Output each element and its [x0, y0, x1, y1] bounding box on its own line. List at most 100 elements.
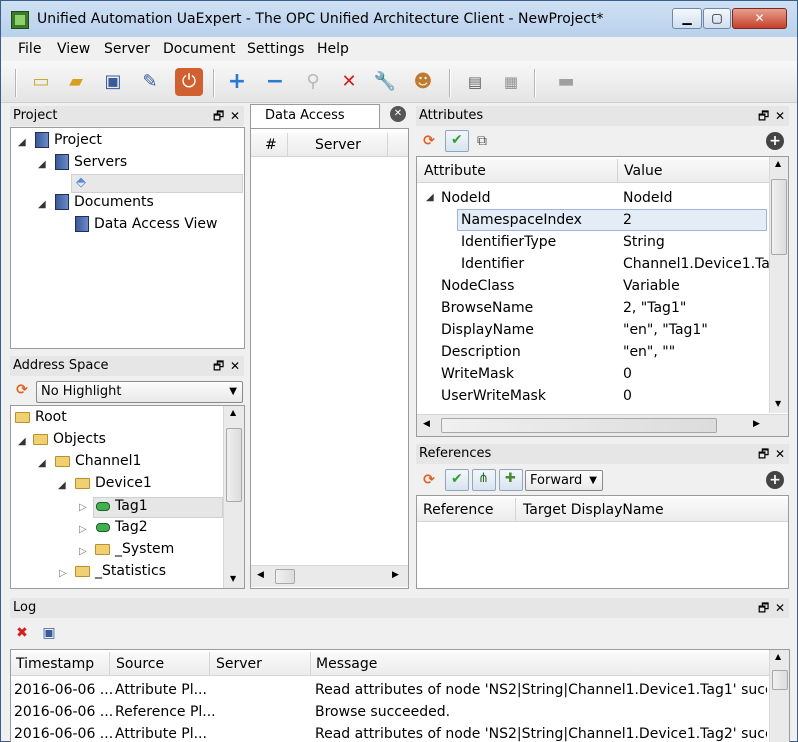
direction-select[interactable]: Forward ▼	[525, 470, 603, 491]
column-message[interactable]: Message	[316, 652, 377, 676]
log-vscrollbar[interactable]: ▲	[769, 650, 789, 742]
tree-item-objects[interactable]: Objects	[33, 431, 106, 447]
close-tab-icon[interactable]: ✕	[390, 106, 406, 122]
expand-arrow-icon[interactable]: ◢	[38, 458, 46, 469]
add-icon[interactable]: +	[766, 132, 784, 150]
highlight-select[interactable]: No Highlight ▼	[36, 381, 243, 403]
dav-hscrollbar[interactable]: ◀ ▶	[251, 565, 408, 587]
tree-item-data-access-view[interactable]: Data Access View	[75, 216, 217, 232]
refresh-icon[interactable]: ⟳	[419, 131, 439, 151]
hierarchy-button[interactable]: ⋔	[472, 469, 496, 491]
tree-item-root[interactable]: Root	[15, 409, 67, 425]
collapse-arrow-icon[interactable]: ▷	[59, 568, 67, 579]
scroll-up-icon[interactable]: ▲	[230, 408, 236, 417]
scroll-thumb[interactable]	[275, 569, 295, 584]
column-attribute[interactable]: Attribute	[424, 159, 486, 183]
attributes-hscrollbar[interactable]: ◀ ▶	[417, 414, 788, 436]
column-timestamp[interactable]: Timestamp	[16, 652, 94, 676]
scroll-thumb[interactable]	[226, 428, 242, 502]
expand-arrow-icon[interactable]: ◢	[18, 436, 26, 447]
open-folder-icon[interactable]: ▰	[64, 70, 88, 94]
expand-arrow-icon[interactable]: ◢	[58, 480, 66, 491]
hardware-icon[interactable]: ▬	[551, 70, 581, 94]
settings-wrench-icon[interactable]: 🔧	[373, 70, 397, 94]
column-server[interactable]: Server	[216, 652, 262, 676]
float-icon[interactable]: 🗗	[758, 106, 769, 126]
tree-item-servers[interactable]: Servers	[55, 154, 127, 170]
remove-server-icon[interactable]: −	[263, 70, 287, 94]
server-entry[interactable]: ⬘	[71, 174, 243, 193]
tab-data-access-view[interactable]: Data Access View	[250, 104, 380, 145]
close-icon[interactable]: ✕	[230, 356, 240, 376]
expand-arrow-icon[interactable]: ◢	[38, 159, 46, 170]
apply-button[interactable]: ✔	[445, 130, 469, 152]
expand-arrow-icon[interactable]: ◢	[426, 192, 434, 203]
scroll-thumb[interactable]	[772, 670, 788, 690]
expand-arrow-icon[interactable]: ◢	[38, 199, 46, 210]
tree-item-tag2[interactable]: Tag2	[96, 519, 148, 535]
float-icon[interactable]: 🗗	[758, 444, 769, 464]
tree-item-project[interactable]: Project	[35, 132, 102, 148]
save-log-icon[interactable]: ▣	[39, 623, 59, 643]
add-server-icon[interactable]: +	[225, 70, 249, 94]
save-icon[interactable]: ▣	[101, 70, 125, 94]
expand-arrow-icon[interactable]: ◢	[18, 137, 26, 148]
tree-item-device1[interactable]: Device1	[75, 475, 152, 491]
tree-view-icon[interactable]: ⧉	[473, 131, 491, 151]
save-as-icon[interactable]: ✎	[138, 70, 162, 94]
add-icon[interactable]: +	[766, 471, 784, 489]
column-value[interactable]: Value	[624, 159, 662, 183]
scroll-thumb[interactable]	[441, 418, 717, 433]
column-source[interactable]: Source	[116, 652, 164, 676]
menu-server[interactable]: Server	[104, 41, 150, 57]
tree-item-channel1[interactable]: Channel1	[55, 453, 141, 469]
scroll-right-icon[interactable]: ▶	[392, 570, 399, 580]
close-icon[interactable]: ✕	[775, 598, 785, 618]
float-icon[interactable]: 🗗	[758, 598, 769, 618]
menu-help[interactable]: Help	[317, 41, 349, 57]
refresh-icon[interactable]: ⟳	[419, 470, 439, 490]
float-icon[interactable]: 🗗	[213, 356, 224, 376]
collapse-arrow-icon[interactable]: ▷	[79, 524, 87, 535]
new-file-icon[interactable]: ▭	[29, 70, 53, 94]
menu-settings[interactable]: Settings	[247, 41, 304, 57]
column-number[interactable]: #	[265, 133, 277, 157]
maximize-button[interactable]: ▢	[703, 8, 731, 29]
tree-item-statistics[interactable]: _Statistics	[75, 563, 166, 579]
scroll-up-icon[interactable]: ▲	[775, 159, 781, 168]
clear-report-icon[interactable]: ▦	[499, 70, 523, 94]
scroll-thumb[interactable]	[771, 179, 787, 255]
tree-item-documents[interactable]: Documents	[55, 194, 154, 210]
column-server[interactable]: Server	[315, 133, 361, 157]
menu-view[interactable]: View	[57, 41, 90, 57]
collapse-arrow-icon[interactable]: ▷	[79, 546, 87, 557]
clear-log-icon[interactable]: ✖	[12, 623, 32, 643]
power-icon[interactable]: ⏻	[175, 68, 203, 96]
tree-item-tag1[interactable]: Tag1	[93, 497, 223, 518]
attributes-vscrollbar[interactable]: ▲ ▼	[769, 157, 788, 413]
minimize-button[interactable]: ▁	[672, 8, 702, 29]
close-button[interactable]: ✕	[732, 8, 787, 29]
disconnect-icon[interactable]: ✕	[337, 70, 361, 94]
scroll-down-icon[interactable]: ▼	[230, 574, 236, 583]
column-target-display-name[interactable]: Target DisplayName	[523, 498, 664, 522]
menu-file[interactable]: File	[18, 41, 41, 57]
refresh-icon[interactable]: ⟳	[12, 380, 32, 400]
close-icon[interactable]: ✕	[775, 444, 785, 464]
node-filter-button[interactable]: ✚	[499, 469, 523, 491]
scroll-up-icon[interactable]: ▲	[775, 652, 781, 661]
report-icon[interactable]: ▤	[463, 70, 487, 94]
user-icon[interactable]: ☻	[411, 70, 435, 94]
scroll-left-icon[interactable]: ◀	[257, 570, 264, 580]
close-icon[interactable]: ✕	[775, 106, 785, 126]
tree-item-system[interactable]: _System	[95, 541, 174, 557]
scroll-left-icon[interactable]: ◀	[423, 419, 430, 429]
connect-icon[interactable]: ⚲	[301, 70, 325, 94]
apply-button[interactable]: ✔	[445, 469, 469, 491]
close-icon[interactable]: ✕	[230, 106, 240, 126]
collapse-arrow-icon[interactable]: ▷	[79, 502, 87, 513]
menu-document[interactable]: Document	[163, 41, 236, 57]
scroll-down-icon[interactable]: ▼	[775, 399, 781, 408]
float-icon[interactable]: 🗗	[213, 106, 224, 126]
address-scrollbar[interactable]: ▲ ▼	[223, 406, 244, 588]
